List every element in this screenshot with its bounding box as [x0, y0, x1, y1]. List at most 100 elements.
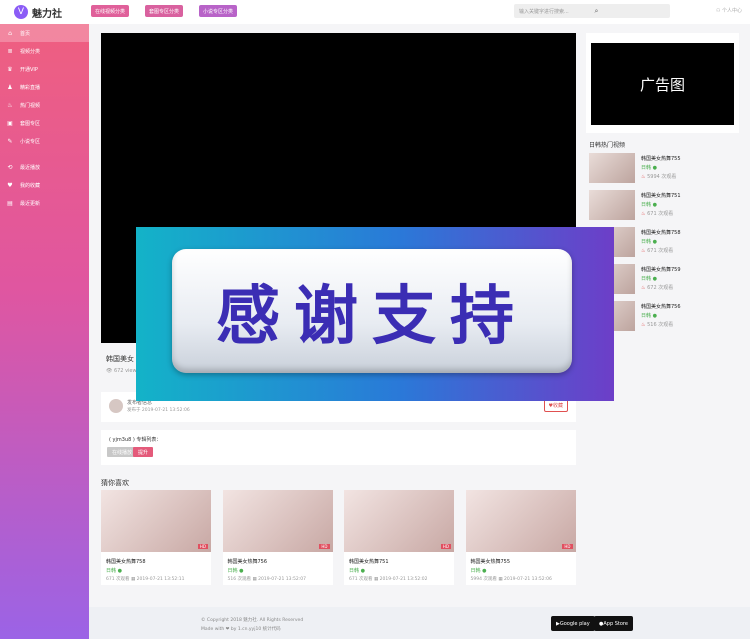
user-center-label: 个人中心 [721, 8, 742, 14]
flame-icon: ♨ [641, 174, 646, 180]
flame-icon: ♨ [641, 285, 646, 291]
sidebar-item[interactable]: ✎ 小说专区 [0, 132, 89, 150]
nav-label: 套图专区 [20, 120, 41, 127]
calendar-icon: ▦ [373, 577, 379, 582]
card-thumbnail[interactable] [101, 490, 211, 552]
sidebar-item[interactable]: ⟲ 最近播放 [0, 158, 89, 176]
nav-label: 最近更新 [20, 200, 41, 207]
eye-icon: 👁 [106, 368, 114, 374]
ranking-tag: 日韩 ● [641, 201, 657, 208]
search-icon[interactable]: ⌕ [590, 7, 671, 16]
ranking-item[interactable]: 韩国美女热舞755 日韩 ● ♨ 5994 次观看 [589, 153, 739, 185]
card-tag: 日韩 ● [349, 567, 365, 574]
nav-label: 最近播放 [20, 164, 41, 171]
tag-label: 日韩 [106, 568, 117, 574]
tag-label: 日韩 [227, 568, 238, 574]
nav-icon: ≣ [7, 47, 13, 55]
nav-divider [0, 150, 89, 158]
flame-icon: ♨ [641, 322, 646, 328]
sidebar-item[interactable]: ≣ 视频分类 [0, 42, 89, 60]
tag-label: 日韩 [349, 568, 360, 574]
card-meta: 671 次观看 ▦ 2019-07-21 13:52:11 [106, 576, 184, 582]
sidebar-item[interactable]: ⌂ 首页 [0, 24, 89, 42]
logo-text: 魅力社 [32, 8, 62, 20]
ranking-name[interactable]: 韩国美女热舞751 [641, 192, 681, 199]
tag-label: 日韩 [641, 313, 652, 319]
sidebar-item[interactable]: ♨ 热门视频 [0, 96, 89, 114]
views-label: 5994 次观看 [470, 577, 497, 582]
views-label: 672 次观看 [647, 285, 674, 291]
made-with-text: Made with ❤ by 1.cn.yyj10 统计代码 [201, 627, 281, 632]
episode-button-upgrade[interactable]: 提升 [133, 447, 154, 457]
ranking-views: ♨ 5994 次观看 [641, 173, 676, 180]
tag-label: 日韩 [641, 202, 652, 208]
ranking-item[interactable]: 韩国美女热舞751 日韩 ● ♨ 671 次观看 [589, 190, 739, 222]
ranking-thumbnail[interactable] [589, 153, 635, 183]
card-thumbnail[interactable] [222, 490, 333, 552]
ranking-tag: 日韩 ● [641, 275, 657, 282]
date-label: 2019-07-21 13:52:02 [379, 577, 428, 582]
ranking-name[interactable]: 韩国美女热舞759 [641, 266, 681, 273]
ranking-title: 日韩热门视频 [589, 142, 626, 149]
card-title[interactable]: 韩国美女热舞751 [349, 558, 389, 565]
avatar[interactable] [109, 399, 123, 413]
sidebar-item[interactable]: ▤ 最近更新 [0, 194, 89, 212]
category-label: 在线视频分类 [95, 8, 126, 15]
collect-label: 收藏 [552, 403, 563, 409]
ranking-tag: 日韩 ● [641, 238, 657, 245]
views-label: 671 次观看 [647, 248, 674, 254]
ranking-views: ♨ 516 次观看 [641, 321, 673, 328]
category-button-video[interactable]: 在线视频分类 [91, 5, 130, 17]
ranking-views: ♨ 672 次观看 [641, 284, 673, 291]
sidebar-item[interactable]: ▣ 套图专区 [0, 114, 89, 132]
tag-label: 日韩 [641, 276, 652, 282]
ranking-views: ♨ 671 次观看 [641, 247, 673, 254]
sidebar-item[interactable]: ♛ 开通VIP [0, 60, 89, 78]
nav-label: 小说专区 [20, 138, 41, 145]
views-label: 671 次观看 [349, 577, 373, 582]
ranking-tag: 日韩 ● [641, 164, 657, 171]
card-title[interactable]: 韩国美女热舞755 [471, 558, 511, 565]
tag-label: 日韩 [641, 165, 652, 171]
nav-label: 我的收藏 [20, 182, 41, 189]
card-tag: 日韩 ● [228, 567, 244, 574]
card-title[interactable]: 韩国美女热舞756 [228, 558, 268, 565]
ranking-name[interactable]: 韩国美女热舞758 [641, 229, 681, 236]
card-thumbnail[interactable] [344, 490, 454, 552]
google-play-button[interactable]: ▶ Google play [551, 616, 595, 631]
category-button-photo[interactable]: 套图专区分类 [145, 5, 184, 17]
nav-icon: ♨ [7, 101, 13, 109]
ranking-thumbnail[interactable] [589, 190, 635, 220]
sidebar: V 魅力社 ⌂ 首页 ≣ 视频分类 ♛ 开通VIP ♟ 精彩直播 ♨ 热门视频 ▣ 套图专区 ✎ 小说专区… [0, 0, 89, 639]
search-box[interactable]: 输入关键字进行搜索... ⌕ [514, 4, 670, 18]
logo[interactable]: V 魅力社 [0, 0, 89, 24]
ranking-name[interactable]: 韩国美女热舞755 [641, 155, 681, 162]
ranking-tag: 日韩 ● [641, 312, 657, 319]
sidebar-item[interactable]: ♥ 我的收藏 [0, 176, 89, 194]
store-label: Google play [559, 620, 590, 627]
tag-label: 日韩 [641, 239, 652, 245]
episodes-panel: ( yjm3u8 ) 专辑列表： 在线播放 提升 [101, 430, 576, 465]
episodes-title: ( yjm3u8 ) 专辑列表： [109, 437, 162, 443]
calendar-icon: ▦ [252, 577, 257, 582]
card-badge: HD [197, 544, 208, 549]
video-card[interactable]: HD 韩国美女热舞758 日韩 ● 671 次观看 ▦ 2019-07-21 13:5… [101, 490, 211, 585]
nav-label: 开通VIP [20, 66, 38, 73]
video-card[interactable]: HD 韩国美女热舞756 日韩 ● 516 次观看 ▦ 2019-07-21 13:5… [222, 490, 333, 585]
app-store-button[interactable]: ● App Store [594, 616, 633, 631]
card-thumbnail[interactable] [465, 490, 576, 552]
ad-banner[interactable]: 广告图 [591, 43, 734, 125]
sidebar-item[interactable]: ♟ 精彩直播 [0, 78, 89, 96]
video-card[interactable]: HD 韩国美女热舞755 日韩 ● 5994 次观看 ▦ 2019-07-21 13:… [465, 490, 576, 585]
nav-icon: ♟ [7, 83, 13, 91]
card-title[interactable]: 韩国美女热舞758 [106, 558, 146, 565]
user-center-link[interactable]: ⚇ 个人中心 [716, 7, 742, 14]
footer: © Copyright 2018 魅力社. All Rights Reserve… [89, 607, 750, 639]
video-card[interactable]: HD 韩国美女热舞751 日韩 ● 671 次观看 ▦ 2019-07-21 13:5… [344, 490, 454, 585]
views-label: 5994 次观看 [647, 174, 677, 180]
ranking-name[interactable]: 韩国美女热舞756 [641, 303, 681, 310]
thanks-banner: 感谢支持 [136, 227, 614, 401]
category-button-novel[interactable]: 小说专区分类 [199, 5, 238, 17]
views-label: 516 次观看 [227, 577, 252, 582]
search-input[interactable]: 输入关键字进行搜索... [514, 8, 590, 15]
